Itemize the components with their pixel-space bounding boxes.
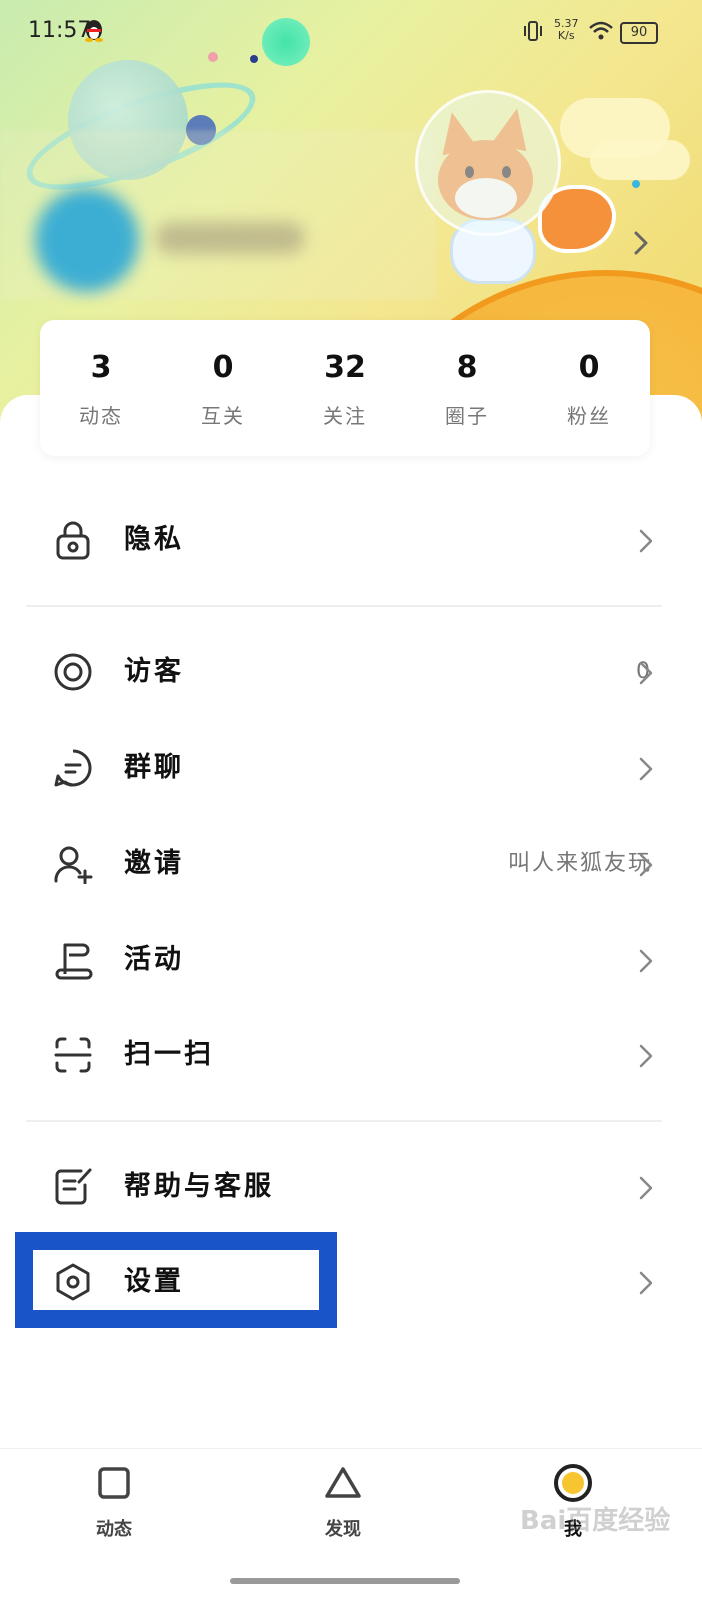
vibrate-icon <box>524 21 542 41</box>
stat-value: 0 <box>212 350 234 385</box>
menu-item-label: 扫一扫 <box>124 1039 214 1070</box>
network-speed: 5.37 K/s <box>554 18 579 42</box>
stat-circles[interactable]: 8 圈子 <box>406 320 528 456</box>
square-icon <box>98 1467 130 1499</box>
chevron-right-icon <box>639 1271 653 1295</box>
menu-item-label: 群聊 <box>124 752 184 783</box>
stat-following[interactable]: 32 关注 <box>284 320 406 456</box>
dot-decoration <box>632 180 640 188</box>
menu-item-label: 访客 <box>124 656 184 687</box>
tab-discover[interactable]: 发现 <box>273 1449 413 1541</box>
scan-icon <box>54 1037 92 1073</box>
avatar[interactable] <box>35 188 139 292</box>
menu-item-label: 帮助与客服 <box>124 1171 274 1202</box>
menu-item-group-chat[interactable]: 群聊 <box>0 720 702 816</box>
stat-mutual[interactable]: 0 互关 <box>162 320 284 456</box>
menu-item-label: 隐私 <box>124 524 184 555</box>
chevron-right-icon[interactable] <box>628 228 654 258</box>
stat-value: 32 <box>324 350 366 385</box>
menu-item-activity[interactable]: 活动 <box>0 912 702 1008</box>
chevron-right-icon <box>639 1176 653 1200</box>
menu-item-invite[interactable]: 邀请 叫人来狐友玩 <box>0 816 702 912</box>
highlight-annotation-box <box>15 1232 337 1328</box>
wifi-icon <box>589 21 613 40</box>
chevron-right-icon <box>639 1044 653 1068</box>
divider <box>26 605 662 607</box>
lock-icon <box>56 521 90 560</box>
stat-label: 动态 <box>79 404 123 428</box>
qq-penguin-icon <box>85 20 103 42</box>
menu-item-visitors[interactable]: 访客 0 <box>0 624 702 720</box>
status-bar: 11:57 5.37 K/s 90 <box>0 0 702 62</box>
stat-label: 粉丝 <box>567 404 611 428</box>
network-speed-unit: K/s <box>557 29 575 42</box>
stat-label: 关注 <box>323 404 367 428</box>
stat-posts[interactable]: 3 动态 <box>40 320 162 456</box>
chevron-right-icon <box>639 757 653 781</box>
chevron-right-icon <box>639 661 653 685</box>
invite-hint: 叫人来狐友玩 <box>507 851 652 876</box>
divider <box>26 1120 662 1122</box>
triangle-icon <box>325 1467 361 1498</box>
chevron-right-icon <box>639 853 653 877</box>
stats-card: 3 动态 0 互关 32 关注 8 圈子 0 粉丝 <box>40 320 650 456</box>
stat-value: 0 <box>578 350 600 385</box>
stat-value: 3 <box>90 350 112 385</box>
circle-icon <box>554 1464 592 1502</box>
stat-value: 8 <box>456 350 478 385</box>
watermark: Bai百度经验 <box>520 1506 671 1536</box>
menu-item-scan[interactable]: 扫一扫 <box>0 1007 702 1103</box>
chevron-right-icon <box>639 949 653 973</box>
eye-icon <box>54 653 92 691</box>
tab-label: 动态 <box>96 1519 132 1540</box>
stat-label: 圈子 <box>445 404 489 428</box>
home-indicator[interactable] <box>230 1578 460 1584</box>
stat-followers[interactable]: 0 粉丝 <box>528 320 650 456</box>
status-time: 11:57 <box>28 18 92 43</box>
menu-item-label: 邀请 <box>124 848 184 879</box>
chat-bubble-icon <box>54 749 92 787</box>
stat-label: 互关 <box>201 404 245 428</box>
tab-feed[interactable]: 动态 <box>44 1449 184 1541</box>
menu-item-privacy[interactable]: 隐私 <box>0 492 702 588</box>
menu-item-help[interactable]: 帮助与客服 <box>0 1139 702 1235</box>
add-user-icon <box>54 846 93 884</box>
flag-icon <box>55 943 93 980</box>
edit-note-icon <box>55 1168 92 1205</box>
chevron-right-icon <box>639 529 653 553</box>
menu-item-label: 活动 <box>124 944 184 975</box>
username-blurred[interactable] <box>155 222 305 254</box>
fox-mascot-illustration <box>410 90 616 290</box>
tab-label: 发现 <box>325 1519 361 1540</box>
battery-indicator: 90 <box>620 22 658 44</box>
